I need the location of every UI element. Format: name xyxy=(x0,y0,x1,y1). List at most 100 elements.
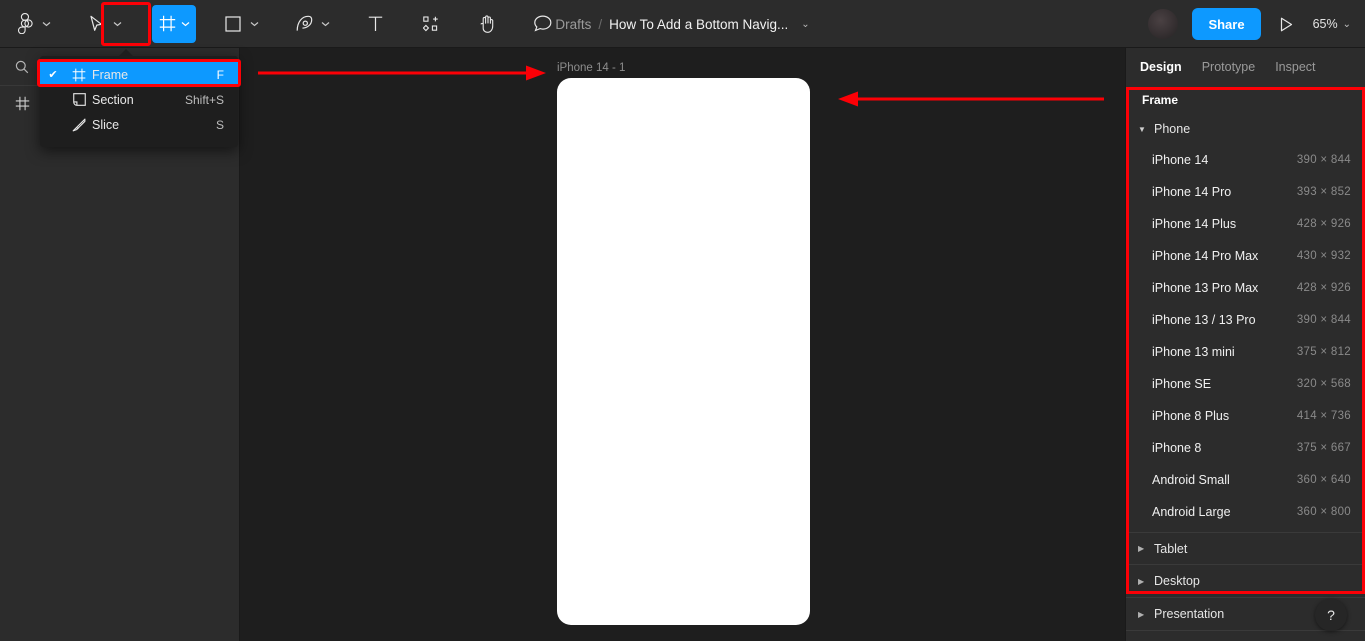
chevron-right-icon[interactable]: ▶ xyxy=(1138,577,1154,586)
device-row-iphone-13-mini[interactable]: iPhone 13 mini 375 × 812 xyxy=(1126,336,1365,368)
device-row-iphone-14-pro[interactable]: iPhone 14 Pro 393 × 852 xyxy=(1126,176,1365,208)
chevron-down-icon xyxy=(110,21,124,27)
menu-pointer-arrow xyxy=(118,49,134,57)
tab-prototype[interactable]: Prototype xyxy=(1202,60,1256,74)
share-button[interactable]: Share xyxy=(1192,8,1261,40)
device-size: 428 × 926 xyxy=(1296,282,1351,294)
device-size: 428 × 926 xyxy=(1296,218,1351,230)
shape-tool-button[interactable] xyxy=(216,7,265,41)
device-group-label: Phone xyxy=(1154,122,1191,136)
breadcrumb-project[interactable]: Drafts xyxy=(555,17,591,32)
slice-knife-icon xyxy=(66,118,92,132)
device-name: iPhone 14 Plus xyxy=(1152,217,1237,231)
hash-grid-icon[interactable] xyxy=(12,93,32,113)
chevron-right-icon[interactable]: ▶ xyxy=(1138,544,1154,553)
top-toolbar: Drafts / How To Add a Bottom Navig... ⌄ … xyxy=(0,0,1365,48)
pen-tool-button[interactable] xyxy=(287,7,336,41)
device-row-iphone-13-pro-max[interactable]: iPhone 13 Pro Max 428 × 926 xyxy=(1126,272,1365,304)
chevron-down-icon[interactable]: ▼ xyxy=(1138,125,1154,134)
chevron-down-icon xyxy=(247,21,261,27)
frame-icon xyxy=(156,11,179,37)
device-row-iphone-14-plus[interactable]: iPhone 14 Plus 428 × 926 xyxy=(1126,208,1365,240)
section-icon xyxy=(66,93,92,106)
breadcrumb-file-title[interactable]: How To Add a Bottom Navig... xyxy=(609,17,788,32)
menu-item-section[interactable]: Section Shift+S xyxy=(40,87,238,112)
device-frame-iphone14[interactable] xyxy=(557,78,810,625)
frame-section-heading: Frame xyxy=(1142,93,1179,107)
menu-item-label: Frame xyxy=(92,67,129,82)
tab-design[interactable]: Design xyxy=(1140,60,1182,74)
device-row-iphone-14[interactable]: iPhone 14 390 × 844 xyxy=(1126,144,1365,176)
check-icon: ✔ xyxy=(48,69,58,81)
components-plus-icon xyxy=(418,11,444,37)
device-group-label: Desktop xyxy=(1154,574,1200,588)
device-group-phone[interactable]: ▼ Phone xyxy=(1126,114,1365,144)
menu-item-frame[interactable]: ✔ Frame F xyxy=(40,62,238,87)
device-row-iphone-8[interactable]: iPhone 8 375 × 667 xyxy=(1126,432,1365,464)
square-icon xyxy=(220,11,246,37)
text-tool-button[interactable] xyxy=(358,7,392,41)
pen-icon xyxy=(291,11,317,37)
tab-inspect[interactable]: Inspect xyxy=(1275,60,1315,74)
device-group-label: Presentation xyxy=(1154,607,1225,621)
device-name: iPhone 8 xyxy=(1152,441,1202,455)
device-preset-list: iPhone 14 390 × 844 iPhone 14 Pro 393 × … xyxy=(1126,144,1365,528)
menu-item-label: Section xyxy=(92,92,134,107)
help-button[interactable]: ? xyxy=(1315,599,1347,631)
hand-icon xyxy=(474,11,500,37)
avatar[interactable] xyxy=(1148,9,1179,39)
device-row-android-small[interactable]: Android Small 360 × 640 xyxy=(1126,464,1365,496)
chevron-down-icon[interactable]: ⌄ xyxy=(801,19,809,30)
frame-icon xyxy=(66,68,92,82)
device-size: 360 × 640 xyxy=(1296,474,1351,486)
zoom-control[interactable]: 65% ⌄ xyxy=(1313,17,1351,31)
frame-name-label[interactable]: iPhone 14 - 1 xyxy=(557,62,625,74)
frame-tool-dropdown-menu: ✔ Frame F Section Shift+S Slice S xyxy=(37,49,241,147)
present-play-button[interactable] xyxy=(1275,12,1299,36)
chevron-down-icon: ⌄ xyxy=(1342,18,1351,30)
device-row-iphone-8-plus[interactable]: iPhone 8 Plus 414 × 736 xyxy=(1126,400,1365,432)
right-panel-tabs: Design Prototype Inspect xyxy=(1126,48,1365,86)
device-name: Android Small xyxy=(1152,473,1230,487)
chevron-down-icon xyxy=(318,21,332,27)
device-name: iPhone 14 Pro Max xyxy=(1152,249,1259,263)
device-name: iPhone 13 mini xyxy=(1152,345,1235,359)
chevron-right-icon[interactable]: ▶ xyxy=(1138,610,1154,619)
device-size: 430 × 932 xyxy=(1296,250,1351,262)
device-group-tablet[interactable]: ▶ Tablet xyxy=(1126,532,1365,565)
device-name: iPhone 8 Plus xyxy=(1152,409,1230,423)
cursor-arrow-icon xyxy=(83,11,109,37)
search-icon[interactable] xyxy=(12,57,32,77)
menu-item-slice[interactable]: Slice S xyxy=(40,112,238,137)
device-name: iPhone 13 / 13 Pro xyxy=(1152,313,1256,327)
resources-tool-button[interactable] xyxy=(414,7,448,41)
device-size: 320 × 568 xyxy=(1296,378,1351,390)
figma-menu-button[interactable] xyxy=(8,7,57,41)
device-name: iPhone 13 Pro Max xyxy=(1152,281,1259,295)
device-group-desktop[interactable]: ▶ Desktop xyxy=(1126,565,1365,598)
device-size: 390 × 844 xyxy=(1296,314,1351,326)
chevron-down-icon xyxy=(180,21,192,27)
device-size: 414 × 736 xyxy=(1296,410,1351,422)
device-name: iPhone 14 Pro xyxy=(1152,185,1232,199)
breadcrumb[interactable]: Drafts / How To Add a Bottom Navig... ⌄ xyxy=(555,17,809,32)
device-name: iPhone 14 xyxy=(1152,153,1209,167)
figma-app-window: Drafts / How To Add a Bottom Navig... ⌄ … xyxy=(0,0,1365,641)
design-canvas[interactable]: iPhone 14 - 1 xyxy=(241,48,1125,641)
device-group-label: Tablet xyxy=(1154,541,1188,556)
device-size: 393 × 852 xyxy=(1296,186,1351,198)
hand-tool-button[interactable] xyxy=(470,7,504,41)
device-size: 390 × 844 xyxy=(1296,154,1351,166)
device-row-iphone-se[interactable]: iPhone SE 320 × 568 xyxy=(1126,368,1365,400)
device-row-android-large[interactable]: Android Large 360 × 800 xyxy=(1126,496,1365,528)
comment-bubble-icon xyxy=(530,11,556,37)
frame-tool-button[interactable] xyxy=(152,4,196,43)
toolbar-tools-group xyxy=(0,0,560,48)
device-name: Android Large xyxy=(1152,505,1231,519)
figma-logo-icon xyxy=(12,11,38,37)
device-row-iphone-14-pro-max[interactable]: iPhone 14 Pro Max 430 × 932 xyxy=(1126,240,1365,272)
device-row-iphone-13[interactable]: iPhone 13 / 13 Pro 390 × 844 xyxy=(1126,304,1365,336)
menu-item-shortcut: F xyxy=(216,67,224,82)
menu-item-label: Slice xyxy=(92,117,120,132)
move-tool-button[interactable] xyxy=(79,7,128,41)
